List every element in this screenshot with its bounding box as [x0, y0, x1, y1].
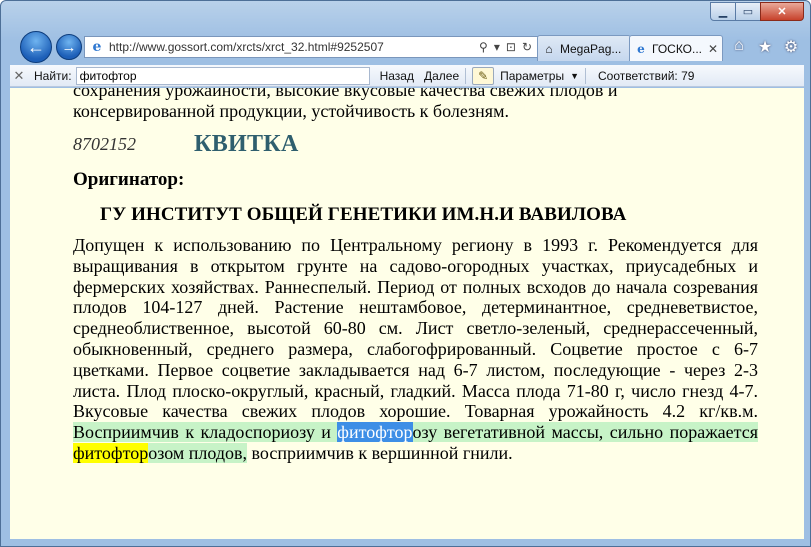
tab-gosko[interactable]: e ГОСКО... ✕: [629, 35, 723, 61]
minimize-button[interactable]: ▁: [710, 2, 736, 21]
find-prev-button[interactable]: Назад: [380, 69, 414, 83]
page-content: сохранения урожайности, высокие вкусовые…: [10, 88, 804, 539]
ie-page-icon: e: [92, 39, 102, 55]
compat-view-icon[interactable]: ⊡: [506, 40, 516, 54]
favorites-star-icon[interactable]: ★: [755, 37, 775, 57]
highlight-pencil-icon[interactable]: ✎: [472, 66, 495, 85]
highlighted-text: озом плодов,: [148, 442, 248, 463]
originator-label: Оригинатор:: [73, 169, 185, 190]
browser-window: ▁ ▭ ✕ ← → e http://www.gossort.com/xrcts…: [0, 0, 811, 547]
find-next-button[interactable]: Далее: [424, 69, 459, 83]
maximize-button[interactable]: ▭: [735, 2, 761, 21]
variety-title: КВИТКА: [194, 131, 299, 157]
search-icon[interactable]: ⚲: [479, 40, 488, 54]
tab-label: MegaPag...: [560, 41, 622, 56]
chevron-down-icon[interactable]: ▾: [494, 40, 500, 54]
home-icon[interactable]: ⌂: [729, 37, 749, 57]
address-text[interactable]: http://www.gossort.com/xrcts/xrct_32.htm…: [109, 40, 479, 54]
find-input[interactable]: [75, 66, 370, 85]
tab-megapag[interactable]: ⌂ MegaPag...: [537, 35, 631, 61]
divider: [465, 67, 467, 84]
tab-close-icon[interactable]: ✕: [708, 42, 718, 56]
tab-label: ГОСКО...: [652, 41, 703, 56]
home-page-favicon-icon: ⌂: [545, 41, 553, 56]
caption-buttons: ▁ ▭ ✕: [710, 2, 804, 21]
description-text: восприимчив к вершинной гнили.: [247, 442, 513, 463]
variety-description: Допущен к использованию по Центральному …: [73, 235, 758, 464]
originator-name: ГУ ИНСТИТУТ ОБЩЕЙ ГЕНЕТИКИ ИМ.Н.И ВАВИЛО…: [100, 204, 627, 225]
gear-icon[interactable]: ⚙: [781, 37, 801, 57]
address-bar[interactable]: e http://www.gossort.com/xrcts/xrct_32.h…: [84, 36, 539, 58]
forward-button[interactable]: →: [56, 34, 82, 60]
previous-entry-text: консервированной продукции, устойчивость…: [73, 101, 509, 121]
ie-favicon-icon: e: [637, 41, 645, 56]
find-label: Найти:: [34, 68, 72, 83]
registration-number: 8702152: [73, 134, 136, 154]
match-highlight: фитофтор: [73, 442, 149, 463]
match-count: Соответствий: 79: [598, 68, 695, 83]
description-text: Допущен к использованию по Центральному …: [73, 235, 758, 422]
highlighted-text: озу вегетативной массы, сильно поражаетс…: [412, 422, 758, 443]
previous-entry-text: сохранения урожайности, высокие вкусовые…: [73, 88, 618, 100]
find-close-icon[interactable]: ✕: [10, 68, 28, 84]
refresh-icon[interactable]: ↻: [522, 40, 532, 54]
find-bar: ✕ Найти: Назад Далее ✎ Параметры ▼ Соотв…: [10, 65, 804, 87]
back-button[interactable]: ←: [20, 31, 52, 63]
highlighted-text: Восприимчив к кладоспориозу и: [73, 422, 338, 443]
find-options-button[interactable]: Параметры: [500, 69, 564, 83]
navigation-bar: ← → e http://www.gossort.com/xrcts/xrct_…: [13, 30, 803, 65]
close-window-button[interactable]: ✕: [760, 2, 804, 21]
current-match-highlight: фитофтор: [337, 422, 413, 443]
chevron-down-icon[interactable]: ▼: [570, 71, 579, 81]
divider: [585, 67, 587, 84]
command-icons: ⌂ ★ ⚙: [729, 37, 801, 57]
